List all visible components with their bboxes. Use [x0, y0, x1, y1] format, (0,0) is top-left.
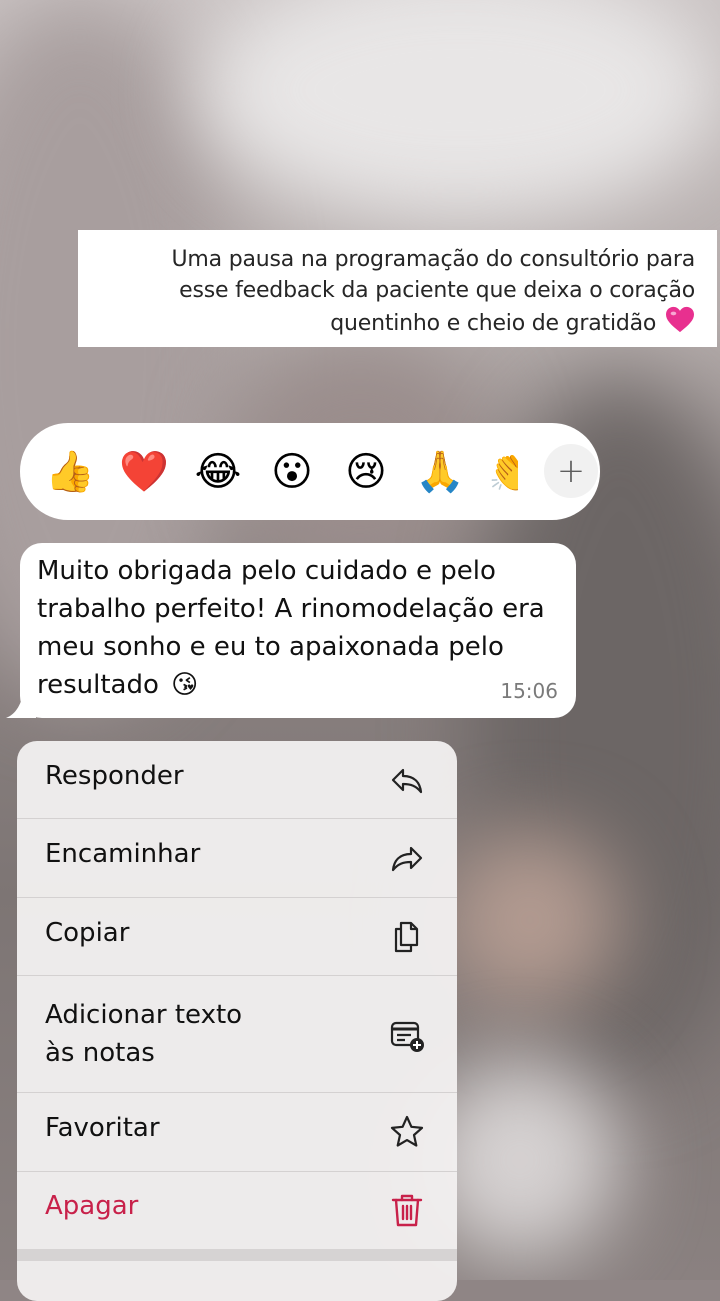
surprised-face-reaction[interactable]: 😮: [266, 446, 318, 498]
reply-label: Responder: [45, 761, 184, 791]
plus-icon: +: [556, 451, 586, 491]
tears-of-joy-reaction[interactable]: 😂: [192, 446, 244, 498]
message-line-4: resultado 😘: [37, 666, 556, 704]
trash-icon: [391, 1194, 423, 1227]
menu-item-copy[interactable]: Copiar: [17, 898, 457, 976]
menu-item-favorite[interactable]: Favoritar: [17, 1093, 457, 1172]
delete-label: Apagar: [45, 1191, 139, 1221]
caption-line-2: esse feedback da paciente que deixa o co…: [179, 278, 695, 303]
forward-icon: [391, 846, 423, 872]
add-to-notes-line-1: Adicionar texto: [45, 1000, 243, 1030]
kiss-emoji: 😘: [171, 670, 199, 700]
reply-icon: [391, 768, 423, 794]
menu-item-add-to-notes[interactable]: Adicionar texto às notas: [17, 976, 457, 1093]
menu-item-delete[interactable]: Apagar: [17, 1172, 457, 1249]
clapping-hands-reaction[interactable]: 👏: [488, 446, 518, 498]
message-line-3: meu sonho e eu to apaixonada pelo: [37, 632, 504, 662]
copy-label: Copiar: [45, 918, 130, 948]
caption-line-3-text: quentinho e cheio de gratidão: [330, 311, 657, 336]
favorite-label: Favoritar: [45, 1113, 160, 1143]
crying-face-reaction[interactable]: 😢: [340, 446, 392, 498]
message-timestamp: 15:06: [500, 679, 558, 703]
thumbs-up-reaction[interactable]: 👍: [44, 446, 96, 498]
message-line-1: Muito obrigada pelo cuidado e pelo: [37, 556, 496, 586]
message-line-4-text: resultado: [37, 670, 159, 700]
add-to-notes-line-2: às notas: [45, 1038, 155, 1068]
message-bubble[interactable]: Muito obrigada pelo cuidado e pelo traba…: [20, 543, 576, 718]
copy-icon: [394, 921, 419, 953]
message-line-2: trabalho perfeito! A rinomodelação era: [37, 594, 545, 624]
folded-hands-reaction[interactable]: 🙏: [414, 446, 466, 498]
menu-item-forward[interactable]: Encaminhar: [17, 819, 457, 898]
context-menu: Responder Encaminhar Copiar Adicionar te…: [17, 741, 457, 1301]
more-reactions-button[interactable]: +: [544, 444, 598, 498]
menu-separator: [17, 1249, 457, 1261]
add-to-notes-label: Adicionar texto às notas: [45, 996, 242, 1072]
caption-line-3: quentinho e cheio de gratidão: [88, 306, 695, 339]
red-heart-reaction[interactable]: ❤️: [118, 446, 170, 498]
star-icon: [390, 1115, 424, 1147]
reaction-bar: 👍 ❤️ 😂 😮 😢 🙏 👏 +: [20, 423, 600, 520]
menu-item-reply[interactable]: Responder: [17, 741, 457, 819]
caption-line-1: Uma pausa na programação do consultório …: [171, 247, 696, 272]
forward-label: Encaminhar: [45, 839, 201, 869]
story-caption: Uma pausa na programação do consultório …: [78, 230, 717, 347]
add-note-icon: [390, 1021, 424, 1052]
pink-heart-icon: [666, 306, 694, 333]
